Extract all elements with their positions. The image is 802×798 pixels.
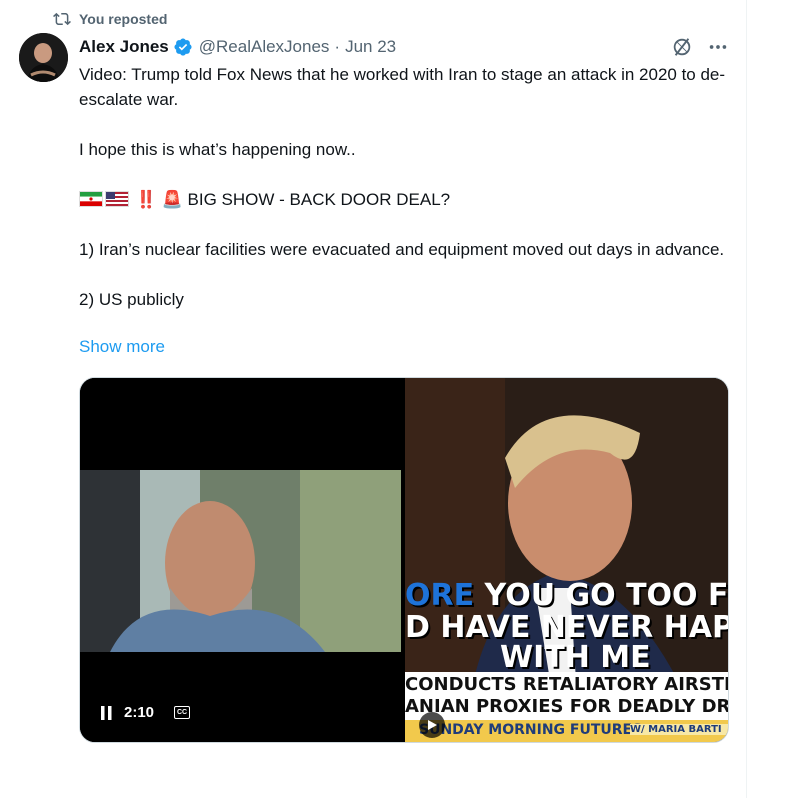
repost-icon bbox=[53, 12, 71, 26]
us-flag-icon bbox=[105, 191, 129, 207]
tweet-header: Alex Jones @RealAlexJones · Jun 23 bbox=[79, 35, 729, 59]
author-name[interactable]: Alex Jones bbox=[79, 37, 169, 57]
video-caption-line-3: WITH ME bbox=[500, 640, 651, 675]
video-controls: 2:10 CC bbox=[100, 704, 191, 721]
tweet-line-4: 1) Iran’s nuclear facilities were evacua… bbox=[79, 240, 725, 259]
tweet-video[interactable]: 2:10 CC ORE YOU GO TOO F D HAVE NEVER HA… bbox=[79, 377, 729, 743]
tweet-line-1: Video: Trump told Fox News that he worke… bbox=[79, 65, 726, 109]
host-tag: w/ MARIA BARTI bbox=[630, 724, 728, 735]
ticker-line-2: ANIAN PROXIES FOR DEADLY DRON bbox=[405, 696, 728, 717]
column-border bbox=[746, 0, 747, 798]
iran-flag-icon bbox=[79, 191, 103, 207]
ticker-line-1: CONDUCTS RETALIATORY AIRSTRIKE bbox=[405, 674, 728, 695]
tweet-line-5: 2) US publicly bbox=[79, 290, 184, 309]
caption-blue-word: ORE bbox=[405, 578, 475, 613]
grok-icon[interactable] bbox=[671, 36, 693, 58]
tweet-line-3-wrapper: ‼️ 🚨 BIG SHOW - BACK DOOR DEAL? bbox=[79, 187, 734, 212]
author-handle[interactable]: @RealAlexJones bbox=[199, 37, 330, 57]
header-separator: · bbox=[334, 37, 341, 56]
tweet-date[interactable]: Jun 23 bbox=[345, 37, 396, 57]
tweet-text: Video: Trump told Fox News that he worke… bbox=[79, 62, 734, 312]
video-left-pane: 2:10 CC bbox=[80, 378, 401, 742]
show-strip: SUNDAY MORNING FUTURES w/ MARIA BARTI bbox=[405, 720, 728, 742]
tweet-line-3: ‼️ 🚨 BIG SHOW - BACK DOOR DEAL? bbox=[135, 190, 451, 209]
repost-indicator[interactable]: You reposted bbox=[53, 9, 167, 29]
captions-icon[interactable]: CC bbox=[174, 706, 191, 719]
more-options-icon[interactable] bbox=[707, 36, 729, 58]
repost-label: You reposted bbox=[79, 11, 168, 27]
pause-icon[interactable] bbox=[100, 705, 114, 721]
tweet-line-2: I hope this is what’s happening now.. bbox=[79, 140, 356, 159]
video-right-pane: ORE YOU GO TOO F D HAVE NEVER HAP WITH M… bbox=[405, 378, 728, 742]
play-overlay-icon[interactable] bbox=[419, 712, 445, 738]
show-more-link[interactable]: Show more bbox=[79, 337, 165, 357]
author-avatar[interactable] bbox=[19, 33, 68, 82]
verified-badge-icon[interactable] bbox=[173, 37, 193, 57]
tweet-header-actions bbox=[671, 36, 729, 58]
video-caption-line-1: ORE YOU GO TOO F bbox=[405, 578, 728, 613]
news-ticker: CONDUCTS RETALIATORY AIRSTRIKE ANIAN PRO… bbox=[405, 672, 728, 742]
video-time: 2:10 bbox=[124, 704, 155, 721]
caption-text-1: YOU GO TOO F bbox=[474, 578, 728, 613]
